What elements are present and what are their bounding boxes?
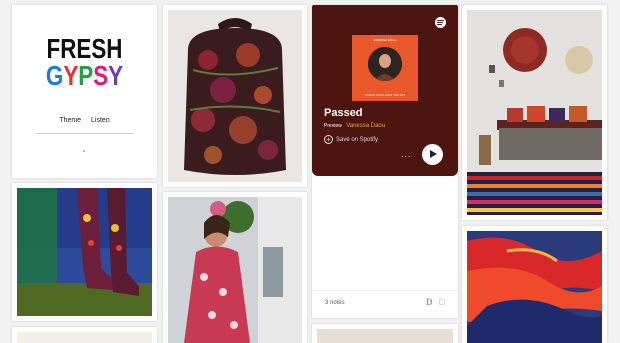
- logo-letter: Y: [63, 60, 79, 91]
- boots-image[interactable]: [17, 188, 152, 316]
- partial-image-left[interactable]: [17, 332, 152, 343]
- post-sunset[interactable]: [462, 226, 607, 343]
- save-label: Save on Spotify: [336, 137, 379, 144]
- backpack-image[interactable]: [168, 10, 302, 182]
- track-meta: Preview Vanessa Daou: [324, 123, 385, 129]
- post-boots[interactable]: [12, 183, 157, 321]
- notes-count[interactable]: 3 notes: [325, 300, 345, 306]
- partial-image-middle[interactable]: [317, 329, 453, 343]
- blog-logo[interactable]: FRESH GYPSY: [12, 33, 157, 91]
- reblog-icon[interactable]: D: [426, 297, 433, 307]
- save-on-spotify-button[interactable]: + Save on Spotify: [324, 135, 378, 144]
- play-button[interactable]: [422, 144, 443, 165]
- artist-link[interactable]: Vanessa Daou: [346, 123, 385, 129]
- logo-line-2: GYPSY: [27, 60, 143, 91]
- post-partial-middle[interactable]: [312, 324, 458, 343]
- album-art-bottom-text: SUNNY DAYS FEAT THE HIT: [365, 93, 405, 97]
- preview-label: Preview: [324, 123, 342, 129]
- spotify-logo-icon: [435, 17, 446, 28]
- track-title[interactable]: Passed: [324, 107, 363, 119]
- blog-header-card: FRESH GYPSY Theme Listen: [12, 5, 157, 178]
- like-icon[interactable]: [439, 299, 445, 305]
- post-partial-left[interactable]: [12, 327, 157, 343]
- nav-divider: [36, 133, 133, 134]
- living-room-image[interactable]: [467, 10, 602, 215]
- spotify-player: VANESSA DAOU SUNNY DAYS FEAT THE HIT Pas…: [312, 5, 458, 176]
- logo-letter: P: [78, 60, 94, 91]
- album-art[interactable]: VANESSA DAOU SUNNY DAYS FEAT THE HIT: [352, 35, 418, 101]
- more-options-icon[interactable]: ...: [401, 149, 412, 159]
- post-dress[interactable]: [163, 192, 307, 343]
- blog-nav: Theme Listen: [12, 117, 157, 124]
- post-backpack[interactable]: [163, 5, 307, 187]
- logo-letter: Y: [108, 60, 124, 91]
- pagination-dot: [83, 150, 85, 152]
- album-art-top-text: VANESSA DAOU: [373, 38, 397, 42]
- logo-letter: G: [45, 60, 64, 91]
- nav-listen-link[interactable]: Listen: [91, 117, 110, 124]
- nav-theme-link[interactable]: Theme: [59, 117, 81, 124]
- post-living-room[interactable]: [462, 5, 607, 220]
- post-footer-divider: [312, 290, 458, 291]
- sunset-image[interactable]: [467, 231, 602, 343]
- plus-circle-icon: +: [324, 135, 333, 144]
- post-spotify-audio: VANESSA DAOU SUNNY DAYS FEAT THE HIT Pas…: [312, 5, 458, 318]
- album-portrait: [368, 47, 402, 81]
- logo-line-1: FRESH: [46, 33, 123, 64]
- dress-image[interactable]: [168, 197, 302, 343]
- logo-letter: S: [93, 60, 109, 91]
